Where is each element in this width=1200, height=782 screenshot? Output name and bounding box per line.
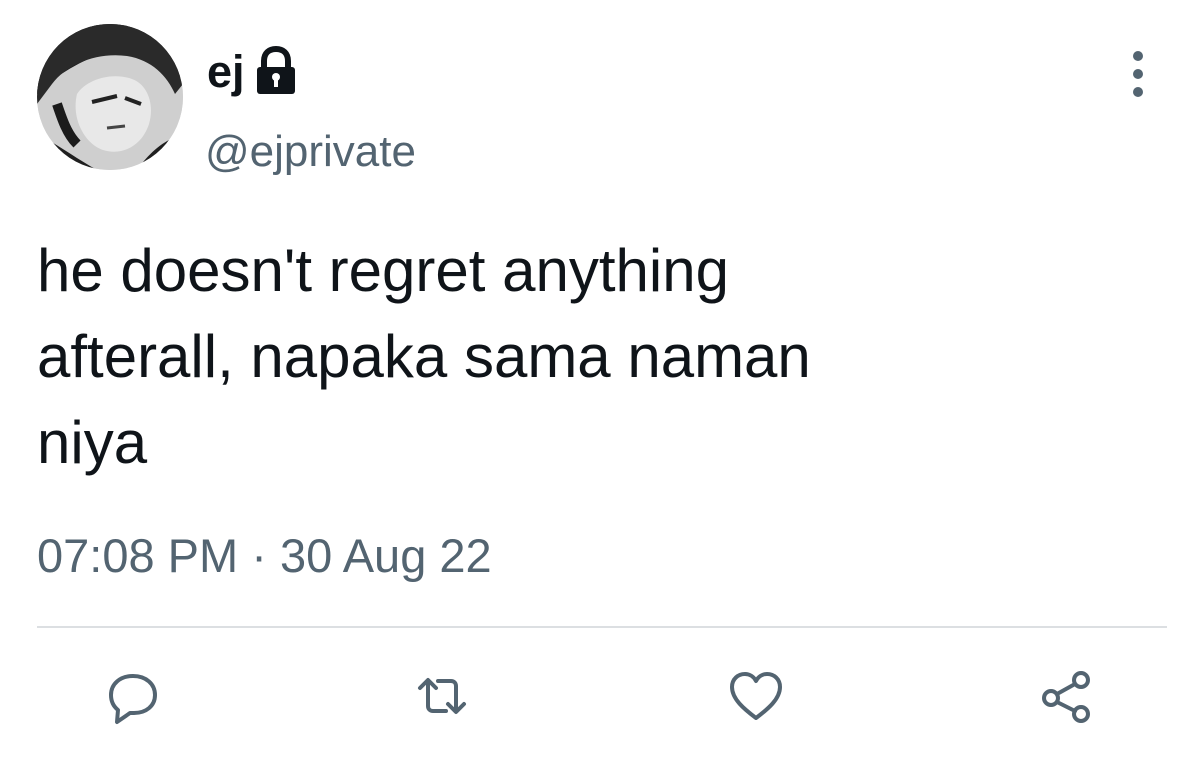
heart-icon[interactable]	[726, 666, 786, 726]
tweet-time: 07:08 PM	[37, 529, 239, 582]
share-icon[interactable]	[1037, 666, 1097, 726]
timestamp-separator: ·	[251, 529, 267, 582]
display-name[interactable]: ej	[207, 49, 245, 94]
reply-icon[interactable]	[103, 666, 163, 726]
avatar-image	[37, 24, 183, 170]
tweet: ej @ejprivate he doesn't regret anything…	[0, 0, 1200, 782]
user-handle[interactable]: @ejprivate	[205, 130, 416, 174]
tweet-text: he doesn't regret anything afterall, nap…	[37, 237, 811, 476]
retweet-icon[interactable]	[412, 666, 472, 726]
tweet-date: 30 Aug 22	[279, 529, 492, 582]
display-name-row: ej	[207, 38, 299, 104]
tweet-timestamp[interactable]: 07:08 PM · 30 Aug 22	[37, 532, 492, 579]
avatar[interactable]	[37, 24, 183, 170]
lock-icon	[253, 46, 299, 96]
divider	[37, 626, 1167, 628]
more-vertical-icon[interactable]	[1120, 48, 1156, 100]
